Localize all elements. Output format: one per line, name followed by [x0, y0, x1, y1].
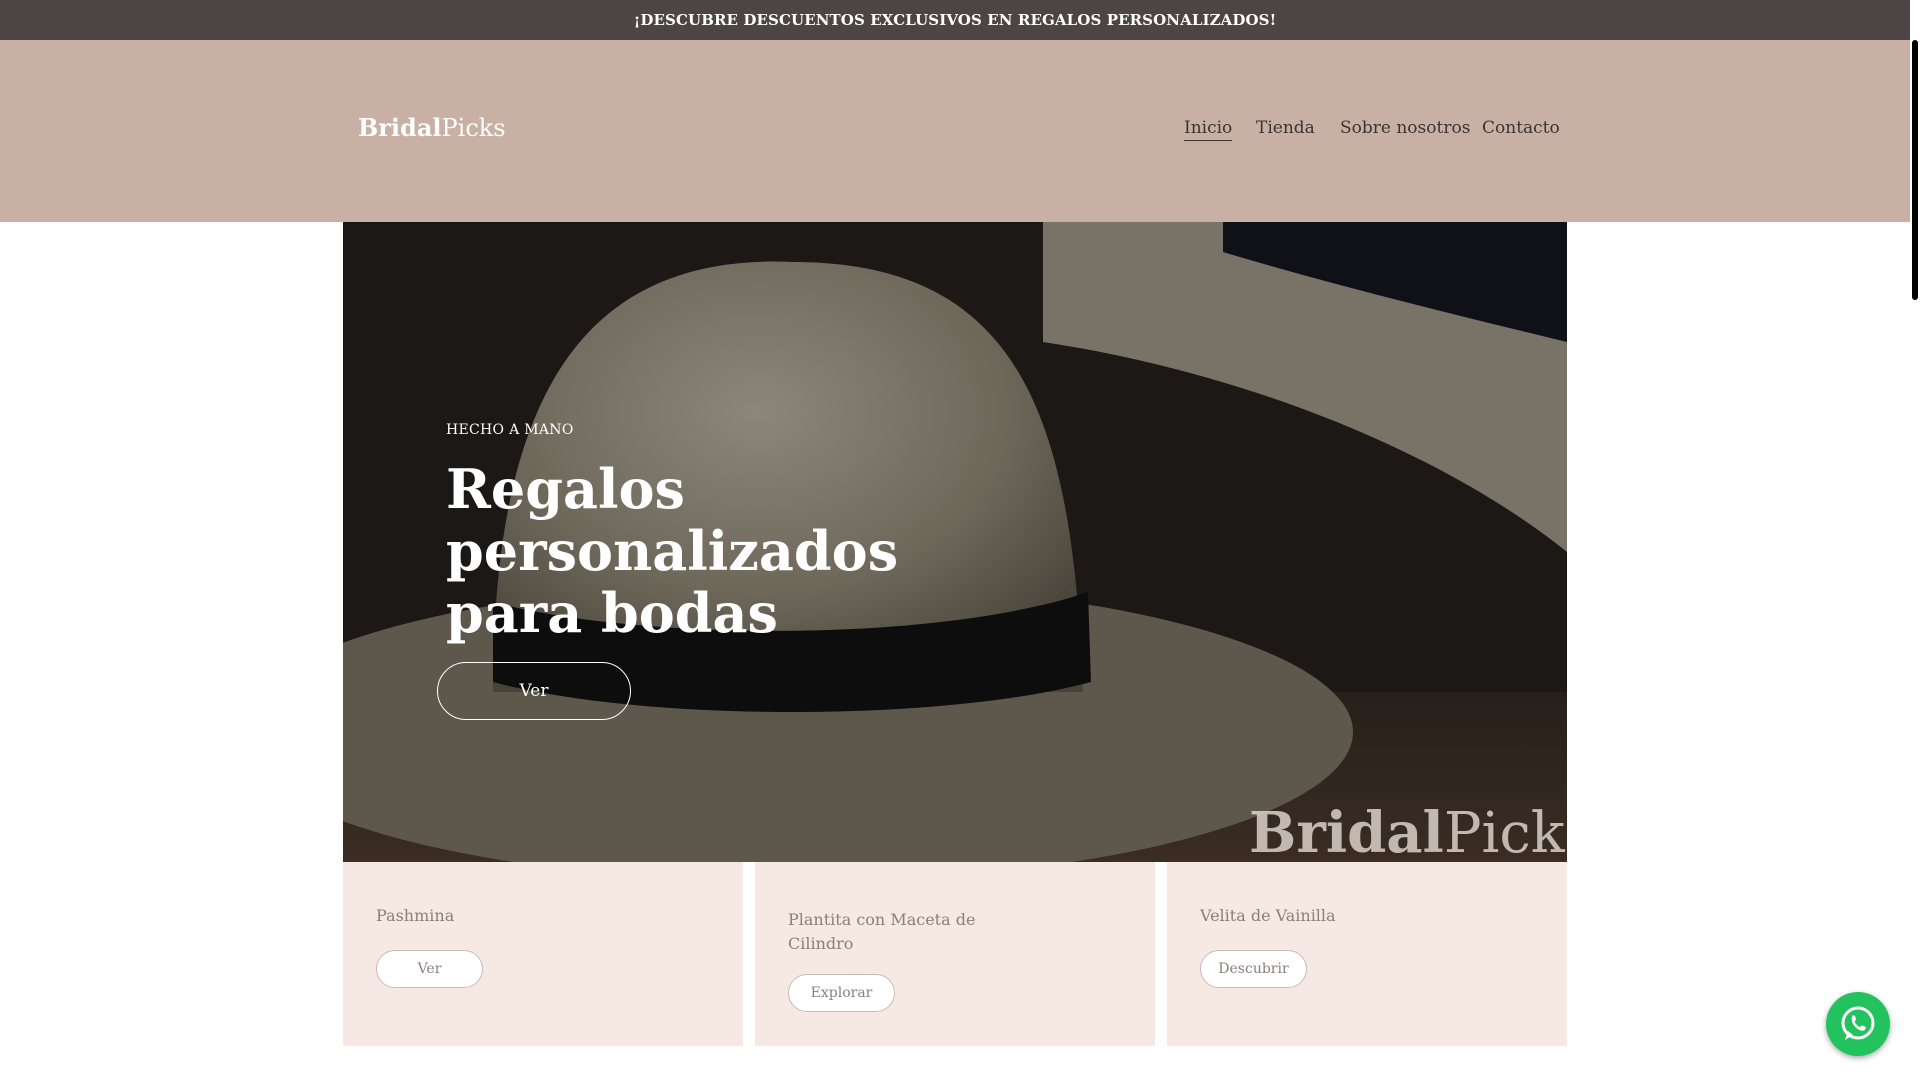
scrollbar-thumb[interactable]: [1912, 40, 1918, 300]
product-card-velita[interactable]: Velita de Vainilla Descubrir: [1167, 862, 1567, 1046]
nav-tienda[interactable]: Tienda: [1256, 118, 1315, 138]
promo-bar: ¡DESCUBRE DESCUENTOS EXCLUSIVOS EN REGAL…: [0, 0, 1910, 40]
hero-title: Regalos personalizados para bodas: [446, 457, 899, 645]
main-nav: Inicio Tienda Sobre nosotros Contacto: [0, 118, 1910, 148]
watermark-bold: Bridal: [1249, 800, 1444, 862]
hero-ver-button[interactable]: Ver: [437, 662, 631, 720]
nav-inicio[interactable]: Inicio: [1184, 118, 1233, 141]
whatsapp-chat-button[interactable]: [1826, 992, 1890, 1056]
product-cards: Pashmina Ver Plantita con Maceta de Cili…: [343, 862, 1567, 1046]
card-title: Plantita con Maceta de Cilindro: [788, 910, 976, 953]
watermark-light: Picks: [1443, 801, 1567, 862]
promo-text: ¡DESCUBRE DESCUENTOS EXCLUSIVOS EN REGAL…: [633, 11, 1277, 29]
hero-banner: HECHO A MANO Regalos personalizados para…: [343, 222, 1567, 862]
hero-eyebrow: HECHO A MANO: [446, 422, 574, 438]
product-card-pashmina[interactable]: Pashmina Ver: [343, 862, 743, 1046]
hero-watermark-logo: BridalPicks: [1249, 800, 1567, 862]
card-title: Velita de Vainilla: [1200, 906, 1336, 925]
card-ver-button[interactable]: Ver: [376, 950, 483, 988]
nav-sobre-nosotros[interactable]: Sobre nosotros: [1340, 118, 1470, 138]
page-scrollbar[interactable]: [1910, 0, 1920, 1080]
card-explorar-button[interactable]: Explorar: [788, 974, 895, 1012]
product-card-plantita[interactable]: Plantita con Maceta de Cilindro Explorar: [755, 862, 1155, 1046]
whatsapp-icon: [1841, 1006, 1875, 1040]
nav-contacto[interactable]: Contacto: [1482, 118, 1560, 138]
card-title: Pashmina: [376, 906, 455, 925]
card-descubrir-button[interactable]: Descubrir: [1200, 950, 1307, 988]
